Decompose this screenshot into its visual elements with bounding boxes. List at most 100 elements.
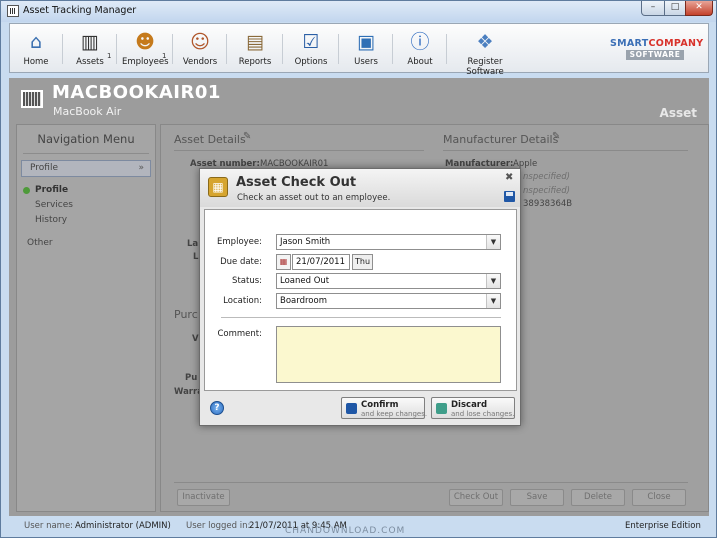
toolbar-separator (172, 34, 173, 64)
check-out-button[interactable]: Check Out (449, 489, 503, 506)
toolbar-reports-label: Reports (238, 57, 272, 67)
maximize-button[interactable]: □ (664, 1, 686, 16)
nav-title: Navigation Menu (37, 132, 135, 146)
edit-icon[interactable]: ✎ (552, 131, 560, 142)
chevron-down-icon[interactable]: ▼ (486, 274, 500, 288)
toolbar-home-label: Home (23, 57, 49, 67)
asset-check-out-dialog: ▦ Asset Check Out Check an asset out to … (199, 168, 521, 426)
edit-icon[interactable]: ✎ (243, 131, 251, 142)
save-icon[interactable] (504, 191, 515, 202)
confirm-label: Confirm (361, 400, 399, 410)
section-divider (443, 150, 688, 151)
close-button[interactable]: Close (632, 489, 686, 506)
due-date-field[interactable]: 21/07/2011 (292, 254, 350, 270)
serial-number-value: 38938364B (523, 199, 573, 209)
calendar-icon[interactable]: ▦ (276, 254, 291, 270)
chevron-down-icon[interactable]: ▼ (486, 235, 500, 249)
dialog-subtitle: Check an asset out to an employee. (237, 193, 391, 203)
user-name-label: User name: (24, 521, 74, 531)
register-icon: ❖ (476, 31, 494, 53)
toolbar-vendors[interactable]: ☺ Vendors (178, 26, 222, 72)
toolbar-assets[interactable]: ▥ Assets (68, 26, 112, 72)
toolbar-vendors-label: Vendors (182, 57, 218, 67)
delete-button[interactable]: Delete (571, 489, 625, 506)
toolbar-separator (116, 34, 117, 64)
employee-select[interactable]: Jason Smith ▼ (276, 234, 501, 250)
toolbar-about-label: About (407, 57, 433, 67)
comment-textarea[interactable] (276, 326, 501, 383)
nav-item-history[interactable]: History (35, 213, 155, 228)
toolbar-home[interactable]: ⌂ Home (16, 26, 56, 72)
due-date-day: Thu (352, 254, 373, 270)
toolbar-employees[interactable]: ☻ Employees (122, 26, 169, 72)
toolbar-separator (338, 34, 339, 64)
toolbar-options[interactable]: ☑ Options (288, 26, 334, 72)
nav-item-profile[interactable]: Profile (35, 183, 155, 198)
employees-icon: ☻ (135, 31, 155, 53)
manufacturer-details-title: Manufacturer Details (443, 133, 559, 146)
toolbar-reports[interactable]: ▤ Reports (232, 26, 278, 72)
home-icon: ⌂ (29, 31, 43, 53)
inactivate-button[interactable]: Inactivate (177, 489, 230, 506)
toolbar-users-label: Users (354, 57, 378, 67)
toolbar-separator (392, 34, 393, 64)
due-date-label: Due date: (220, 257, 262, 267)
discard-sublabel: and lose changes. (451, 410, 515, 418)
nav-item-other[interactable]: Other (17, 238, 155, 248)
close-window-button[interactable]: ✕ (685, 1, 713, 16)
app-window: Asset Tracking Manager – □ ✕ ⌂ Home ▥ As… (0, 0, 717, 538)
chevron-collapse-icon[interactable]: » (138, 161, 144, 176)
active-dot-icon (23, 187, 30, 194)
purchase-title: Purc (174, 308, 198, 321)
app-icon (7, 5, 19, 17)
nav-item-services[interactable]: Services (35, 198, 155, 213)
status-select[interactable]: Loaned Out ▼ (276, 273, 501, 289)
save-button[interactable]: Save (510, 489, 564, 506)
chevron-down-icon[interactable]: ▼ (486, 294, 500, 308)
reports-icon: ▤ (246, 31, 264, 53)
partial-label: Pu (185, 373, 198, 383)
asset-header: MACBOOKAIR01 MacBook Air Asset (9, 78, 709, 122)
logo-company-text: COMPANY (648, 38, 704, 49)
title-bar: Asset Tracking Manager – □ ✕ (1, 1, 716, 22)
confirm-button[interactable]: Confirm and keep changes. (341, 397, 427, 419)
toolbar-about[interactable]: ⓘ About (398, 26, 442, 72)
location-select[interactable]: Boardroom ▼ (276, 293, 501, 309)
discard-button[interactable]: Discard and lose changes. (431, 397, 515, 419)
toolbar-separator (282, 34, 283, 64)
partial-label: L (193, 252, 199, 262)
smartcompany-logo: SMARTCOMPANY SOFTWARE (610, 38, 703, 60)
watermark: CHANDOWNLOAD.COM (285, 526, 406, 536)
unspecified-value: nspecified) (523, 172, 570, 182)
vendors-icon: ☺ (190, 31, 210, 53)
help-icon[interactable]: ? (210, 401, 224, 415)
section-divider (174, 150, 424, 151)
comment-label: Comment: (217, 329, 262, 339)
window-title: Asset Tracking Manager (23, 5, 137, 16)
partial-label: V (192, 334, 199, 344)
logged-in-label: User logged in: (186, 521, 251, 531)
location-label: Location: (223, 296, 262, 306)
partial-label: La (187, 239, 199, 249)
dialog-header: ▦ Asset Check Out Check an asset out to … (200, 169, 520, 207)
nav-divider (23, 153, 149, 154)
toolbar-users[interactable]: ▣ Users (344, 26, 388, 72)
about-icon: ⓘ (410, 31, 430, 53)
navigation-panel: Navigation Menu Profile » Profile Servic… (16, 124, 156, 512)
assets-count-badge: 1 (107, 52, 112, 60)
save-icon (346, 403, 357, 414)
logo-software-text: SOFTWARE (626, 50, 684, 60)
toolbar-assets-label: Assets (76, 57, 104, 67)
nav-section-label: Profile (30, 163, 58, 173)
toolbar-register-software[interactable]: ❖ Register Software (450, 26, 520, 77)
status-label: Status: (232, 276, 262, 286)
asset-name: MACBOOKAIR01 (52, 82, 221, 103)
minimize-button[interactable]: – (641, 1, 665, 16)
toolbar-separator (62, 34, 63, 64)
nav-sub-items: Profile Services History (17, 183, 155, 228)
form-divider (221, 317, 501, 318)
nav-section-profile[interactable]: Profile » (21, 160, 151, 177)
close-icon[interactable]: ✖ (505, 172, 513, 183)
package-icon: ▦ (208, 177, 228, 197)
dialog-title: Asset Check Out (236, 175, 357, 190)
